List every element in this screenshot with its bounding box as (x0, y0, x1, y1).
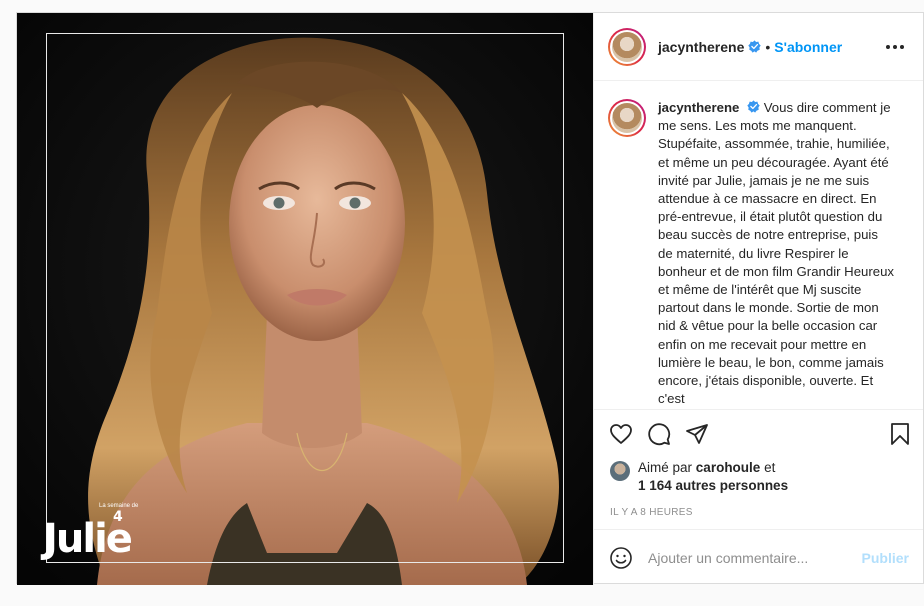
caption: jacyntherene Vous dire comment je me sen… (658, 99, 896, 409)
liked-by-others[interactable]: 1 164 autres personnes (638, 478, 788, 493)
action-bar (594, 409, 923, 457)
comment-bar: Publier (594, 529, 923, 585)
post-timestamp[interactable]: Il y a 8 heures (594, 497, 923, 529)
follow-button[interactable]: S'abonner (774, 39, 842, 55)
emoji-icon[interactable] (608, 545, 634, 571)
liked-by-user[interactable]: carohoule (696, 460, 761, 475)
likes-summary: Aimé par carohoule et 1 164 autres perso… (594, 457, 923, 497)
liked-by-and: et (764, 460, 776, 475)
liked-by-prefix: Aimé par (638, 460, 693, 475)
caption-area: jacyntherene Vous dire comment je me sen… (594, 81, 923, 409)
share-icon[interactable] (684, 421, 710, 447)
separator-dot: • (765, 38, 771, 55)
heart-icon[interactable] (608, 421, 634, 447)
comment-input[interactable] (648, 549, 854, 566)
more-options-icon[interactable] (883, 35, 907, 59)
post-side-panel: jacyntherene • S'abonner jacyntherene Vo… (593, 13, 923, 585)
instagram-post: La semaine de 4 Julie jacyntherene • S'a… (16, 12, 924, 585)
caption-avatar-image (612, 103, 642, 133)
header-username[interactable]: jacyntherene (658, 39, 744, 55)
verified-badge-icon (748, 40, 762, 53)
post-photo[interactable]: La semaine de 4 Julie (17, 13, 593, 585)
liker-avatar[interactable] (610, 461, 630, 481)
photo-frame (46, 33, 564, 563)
comment-icon[interactable] (646, 421, 672, 447)
bookmark-icon[interactable] (887, 421, 913, 447)
julie-logo: La semaine de 4 Julie (43, 503, 163, 563)
caption-text: Vous dire comment je me sens. Les mots m… (658, 100, 895, 407)
post-header: jacyntherene • S'abonner (594, 13, 923, 81)
avatar[interactable] (608, 27, 646, 66)
avatar-image (612, 31, 642, 62)
verified-badge-icon (747, 100, 760, 113)
caption-username[interactable]: jacyntherene (658, 100, 739, 115)
publish-button[interactable]: Publier (862, 550, 909, 566)
brand-title: Julie (43, 516, 133, 562)
likes-text: Aimé par carohoule et 1 164 autres perso… (638, 459, 788, 495)
caption-avatar[interactable] (608, 99, 646, 137)
